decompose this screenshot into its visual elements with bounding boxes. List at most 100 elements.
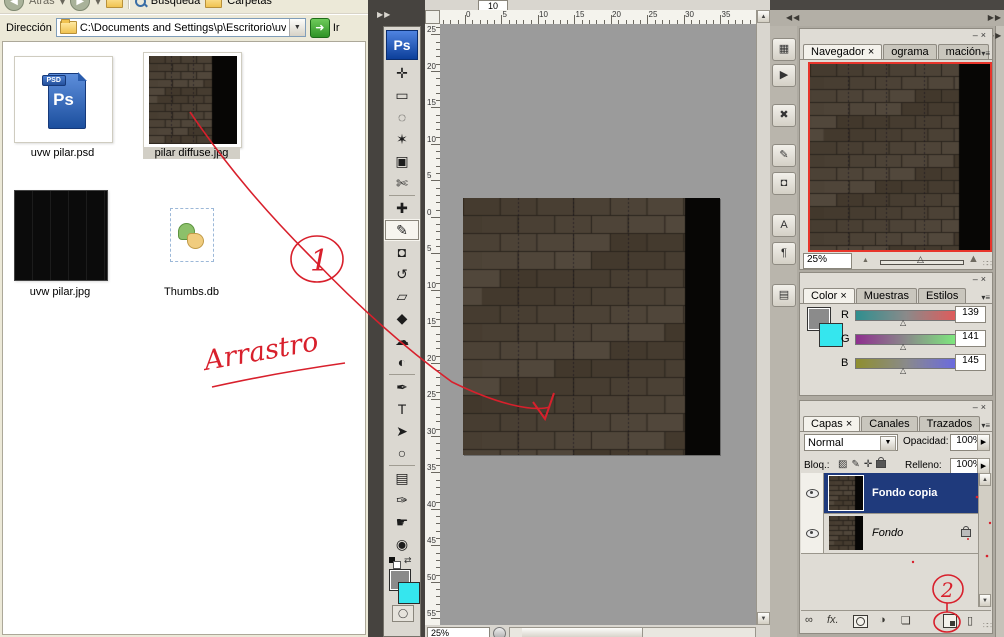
red-slider-marker[interactable]: △	[900, 318, 906, 327]
zoom-in-icon[interactable]: ▲	[968, 253, 979, 265]
lock-move-icon[interactable]: ✛	[864, 459, 872, 470]
smudge-tool[interactable]: ☁	[384, 329, 420, 351]
notes-tool[interactable]: ▤	[384, 467, 420, 489]
pen-tool[interactable]: ✒	[384, 376, 420, 398]
tab-capas[interactable]: Capas ×	[803, 416, 861, 431]
blend-mode-select[interactable]: Normal ▼	[804, 434, 898, 451]
document-vertical-scrollbar[interactable]: ▲ ▼	[756, 10, 770, 625]
paint-bucket-tool[interactable]: ◆	[384, 307, 420, 329]
lasso-tool[interactable]: ◌	[384, 106, 420, 128]
red-value-field[interactable]: 139	[955, 306, 986, 323]
panel-acciones-icon[interactable]: ▶	[772, 64, 796, 87]
tab-trazados[interactable]: Trazados	[918, 416, 981, 431]
hand-tool[interactable]: ☛	[384, 511, 420, 533]
clone-stamp-tool[interactable]: ◘	[384, 241, 420, 263]
panel-resize-grip[interactable]: ∷∷	[983, 621, 992, 630]
layer-thumbnail[interactable]	[828, 475, 864, 511]
navigator-zoom-field[interactable]: 25%	[803, 253, 852, 269]
options-value-field[interactable]: 10	[478, 0, 508, 10]
panel-menu-icon[interactable]: ▾≡	[981, 293, 990, 302]
minimize-icon[interactable]: –	[973, 30, 981, 40]
move-tool[interactable]: ✛	[384, 62, 420, 84]
delete-layer-icon[interactable]: ▯	[967, 614, 973, 627]
folders-button-label[interactable]: Carpetas	[227, 0, 272, 7]
adjustment-layer-icon[interactable]: ◑	[879, 614, 886, 626]
marquee-tool[interactable]: ▭	[384, 84, 420, 106]
layer-style-icon[interactable]: fx.	[827, 614, 839, 626]
back-dropdown-icon[interactable]: ▾	[60, 0, 66, 8]
eraser-tool[interactable]: ▱	[384, 285, 420, 307]
file-label-uvw-pilar-psd[interactable]: uvw pilar.psd	[14, 147, 111, 159]
layer-name[interactable]: Fondo copia	[872, 487, 987, 499]
dock-collapse-left-icon[interactable]: ◀◀	[786, 13, 800, 22]
layer-name[interactable]: Fondo	[872, 527, 961, 539]
path-select-tool[interactable]: ➤	[384, 420, 420, 442]
panel-resize-grip[interactable]: ∷∷	[983, 259, 992, 268]
green-slider-marker[interactable]: △	[900, 342, 906, 351]
quick-mask-button[interactable]: ◯	[392, 605, 414, 622]
layer-row-fondo-copia[interactable]: Fondo copia	[801, 473, 987, 514]
pilar-diffuse-thumbnail[interactable]	[148, 56, 237, 144]
blend-dropdown-icon[interactable]: ▼	[880, 436, 896, 451]
dock-collapse-right-icon[interactable]: ▶▶	[988, 13, 1002, 22]
lock-transparency-icon[interactable]: ▨	[838, 459, 847, 470]
forward-button[interactable]: ▶	[70, 0, 91, 11]
background-color-swatch[interactable]	[398, 582, 420, 604]
panel-pinceles-icon[interactable]: ✎	[772, 144, 796, 167]
tab-navegador[interactable]: Navegador ×	[803, 44, 883, 59]
blue-value-field[interactable]: 145	[955, 354, 986, 371]
close-icon[interactable]: ×	[981, 274, 989, 284]
go-button[interactable]: ➜ Ir	[309, 17, 340, 38]
panel-origen-clonacion-icon[interactable]: ◘	[772, 172, 796, 195]
eyedropper-tool[interactable]: ✑	[384, 489, 420, 511]
navigator-zoom-slider[interactable]: △	[880, 254, 964, 265]
zoom-tool[interactable]: ◉	[384, 533, 420, 555]
file-uvw-pilar-psd[interactable]: PSD Ps	[14, 56, 113, 143]
visibility-cell[interactable]	[801, 473, 824, 513]
navigator-proxy-view[interactable]	[808, 62, 992, 252]
green-value-field[interactable]: 141	[955, 330, 986, 347]
healing-brush-tool[interactable]: ✚	[384, 197, 420, 219]
history-brush-tool[interactable]: ↺	[384, 263, 420, 285]
address-dropdown-icon[interactable]: ▼	[288, 19, 305, 36]
document-horizontal-scrollbar[interactable]	[509, 627, 756, 637]
layer-thumbnail[interactable]	[829, 516, 863, 550]
tab-color[interactable]: Color ×	[803, 288, 855, 303]
panel-menu-icon[interactable]: ▾≡	[981, 421, 990, 430]
magic-wand-tool[interactable]: ✶	[384, 128, 420, 150]
crop-tool[interactable]: ▣	[384, 150, 420, 172]
status-zoom-field[interactable]: 25%	[427, 627, 490, 637]
zoom-slider-thumb[interactable]: △	[917, 254, 924, 265]
file-label-uvw-pilar-jpg[interactable]: uvw pilar.jpg	[14, 286, 106, 298]
layer-row-fondo[interactable]: Fondo	[801, 513, 987, 554]
panel-historia-icon[interactable]: ▦	[772, 38, 796, 61]
default-colors-icon[interactable]	[389, 557, 401, 569]
tab-histograma[interactable]: ograma	[883, 44, 937, 59]
dodge-tool[interactable]: ◐	[384, 351, 420, 373]
panel-caracter-icon[interactable]: A	[772, 214, 796, 237]
zoom-out-icon[interactable]: ▲	[862, 257, 869, 264]
file-label-thumbs-db[interactable]: Thumbs.db	[143, 286, 240, 298]
tab-canales[interactable]: Canales	[861, 416, 918, 431]
file-uvw-pilar-jpg[interactable]	[14, 190, 108, 281]
panel-parrafo-icon[interactable]: ¶	[772, 242, 796, 265]
lock-all-icon[interactable]	[876, 457, 887, 469]
forward-dropdown-icon[interactable]: ▾	[95, 0, 101, 8]
file-thumbs-db[interactable]	[143, 190, 240, 279]
ellipse-tool[interactable]: ○	[384, 442, 420, 464]
up-folder-icon[interactable]	[105, 0, 123, 8]
link-layers-icon[interactable]: ∞	[805, 614, 813, 626]
minimize-icon[interactable]: –	[973, 402, 981, 412]
new-group-icon[interactable]: ❏	[901, 614, 911, 627]
new-layer-button[interactable]	[943, 614, 957, 628]
minimize-icon[interactable]: –	[973, 274, 981, 284]
panel-menu-icon[interactable]: ▾≡	[981, 49, 990, 58]
scroll-down-button[interactable]: ▼	[757, 612, 770, 625]
panel-composiciones-capas-icon[interactable]: ▤	[772, 284, 796, 307]
close-icon[interactable]: ×	[981, 402, 989, 412]
lock-paint-icon[interactable]: ✎	[851, 459, 859, 470]
opacity-arrow-icon[interactable]: ▶	[977, 434, 990, 451]
add-mask-icon[interactable]	[853, 615, 868, 628]
back-label[interactable]: Atrás	[29, 0, 55, 7]
close-icon[interactable]: ×	[981, 30, 989, 40]
